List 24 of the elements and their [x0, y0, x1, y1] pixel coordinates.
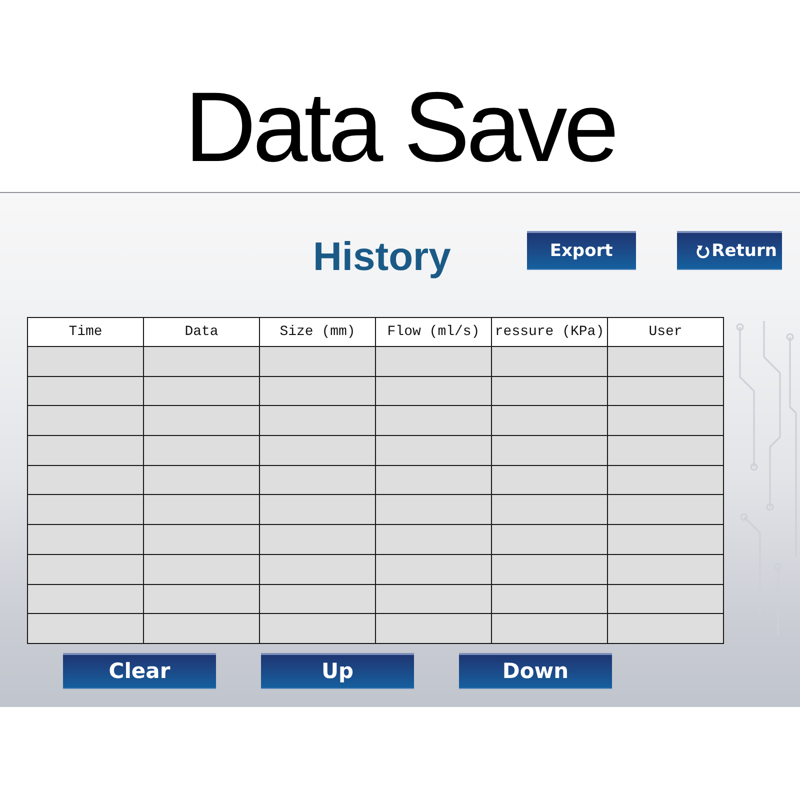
export-button[interactable]: Export — [526, 231, 636, 270]
table-row[interactable] — [28, 554, 724, 584]
table-row[interactable] — [28, 346, 724, 376]
column-header: Time — [28, 318, 144, 346]
up-button[interactable]: Up — [261, 652, 414, 689]
return-button[interactable]: Return — [676, 231, 782, 270]
panel-title: History — [313, 237, 451, 277]
table-row[interactable] — [28, 524, 724, 554]
column-header: Size (mm) — [260, 318, 376, 346]
table-row[interactable] — [28, 584, 724, 614]
table-row[interactable] — [28, 614, 724, 644]
table-row[interactable] — [28, 465, 724, 495]
clear-button[interactable]: Clear — [63, 652, 216, 689]
table-row[interactable] — [28, 494, 724, 525]
column-header: ressure (KPa) — [492, 318, 608, 346]
circular-arrow-icon — [696, 244, 710, 258]
column-header: User — [608, 318, 724, 346]
page-title: Data Save — [184, 72, 616, 182]
table-row[interactable] — [28, 376, 724, 406]
table-row[interactable] — [28, 436, 724, 466]
column-header: Data — [144, 318, 260, 346]
table-row[interactable] — [28, 406, 724, 436]
down-button[interactable]: Down — [459, 652, 612, 689]
column-header: Flow (ml/s) — [376, 318, 492, 346]
